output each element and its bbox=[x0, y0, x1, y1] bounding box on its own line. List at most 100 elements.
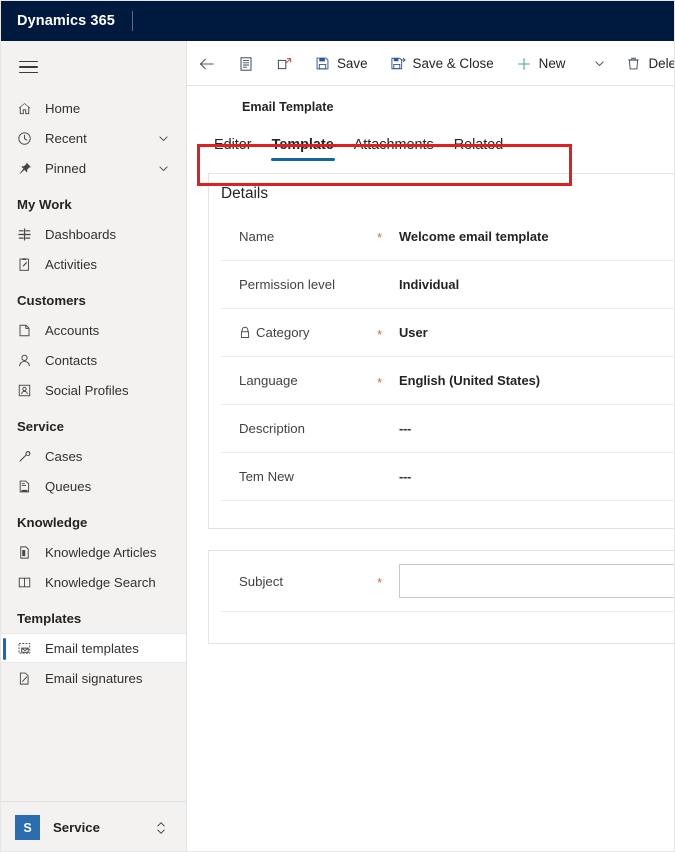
sidebar-item-knowledge-search[interactable]: Knowledge Search bbox=[1, 567, 186, 597]
new-button[interactable]: New bbox=[505, 42, 577, 86]
sidebar-item-label: Email templates bbox=[45, 640, 139, 656]
field-label: Description bbox=[239, 421, 305, 436]
subject-input[interactable] bbox=[399, 564, 674, 598]
sidebar-item-knowledge-articles[interactable]: Knowledge Articles bbox=[1, 537, 186, 567]
home-icon bbox=[17, 99, 39, 117]
pin-icon bbox=[17, 159, 39, 177]
save-and-close-button[interactable]: Save & Close bbox=[379, 42, 505, 86]
sidebar-item-label: Pinned bbox=[45, 160, 87, 176]
sidebar-group-knowledge: Knowledge bbox=[17, 515, 88, 530]
save-icon bbox=[315, 56, 330, 71]
field-row-name: Name * Welcome email template bbox=[221, 212, 674, 260]
sidebar-item-label: Social Profiles bbox=[45, 382, 129, 398]
field-row-description: Description --- bbox=[221, 404, 674, 452]
social-profile-icon bbox=[17, 381, 39, 399]
sidebar-item-email-signatures[interactable]: Email signatures bbox=[1, 663, 186, 693]
command-bar: Save Save & Close New Delete bbox=[187, 42, 674, 86]
sidebar-item-home[interactable]: Home bbox=[1, 93, 186, 123]
required-indicator: * bbox=[377, 575, 383, 590]
activities-icon bbox=[17, 255, 39, 273]
chevron-down-icon bbox=[593, 57, 606, 70]
app-badge: S bbox=[15, 815, 40, 840]
site-map-toggle[interactable] bbox=[1, 47, 186, 87]
required-indicator-empty bbox=[377, 427, 399, 430]
sidebar-item-label: Accounts bbox=[45, 322, 100, 338]
delete-label: Delete bbox=[648, 56, 674, 71]
tab-editor[interactable]: Editor bbox=[204, 137, 262, 162]
case-icon bbox=[17, 447, 39, 465]
app-switcher[interactable]: S Service bbox=[1, 801, 186, 851]
sidebar-item-accounts[interactable]: Accounts bbox=[1, 315, 186, 345]
app-header: Dynamics 365 bbox=[1, 1, 674, 41]
sidebar-primary-nav: Home Recent Pinned My Work Dashboards Ac… bbox=[1, 87, 186, 693]
clock-icon bbox=[17, 129, 39, 147]
sidebar-item-email-templates[interactable]: Email templates bbox=[1, 633, 186, 663]
chevron-down-icon[interactable] bbox=[157, 132, 170, 145]
sidebar-item-dashboards[interactable]: Dashboards bbox=[1, 219, 186, 249]
sidebar-item-social-profiles[interactable]: Social Profiles bbox=[1, 375, 186, 405]
sidebar-item-cases[interactable]: Cases bbox=[1, 441, 186, 471]
field-label: Name bbox=[239, 228, 275, 244]
sidebar-item-activities[interactable]: Activities bbox=[1, 249, 186, 279]
field-value[interactable]: --- bbox=[399, 421, 411, 436]
sidebar-item-label: Knowledge Search bbox=[45, 574, 156, 590]
form-selector-button[interactable] bbox=[227, 42, 265, 86]
field-value[interactable]: Individual bbox=[399, 277, 459, 292]
field-label: Language bbox=[239, 373, 298, 388]
knowledge-search-icon bbox=[17, 573, 39, 591]
sidebar-item-label: Queues bbox=[45, 478, 92, 494]
sidebar-item-recent[interactable]: Recent bbox=[1, 123, 186, 153]
field-label: Permission level bbox=[239, 277, 336, 292]
account-icon bbox=[17, 321, 39, 339]
details-section-footer bbox=[221, 500, 674, 514]
field-row-subject: Subject * bbox=[221, 551, 674, 611]
dynamics-365-app: Dynamics 365 Home Recent Pinned My Work … bbox=[0, 0, 675, 852]
field-value[interactable]: English (United States) bbox=[399, 373, 540, 388]
field-row-language: Language * English (United States) bbox=[221, 356, 674, 404]
save-button[interactable]: Save bbox=[304, 42, 379, 86]
tab-attachments[interactable]: Attachments bbox=[344, 137, 444, 162]
field-value[interactable]: --- bbox=[399, 469, 411, 484]
popout-icon bbox=[276, 56, 293, 72]
subject-section: Subject * bbox=[208, 550, 674, 644]
field-label: Tem New bbox=[239, 469, 294, 484]
sidebar-group-templates: Templates bbox=[17, 611, 82, 626]
header-divider bbox=[131, 11, 133, 31]
form-icon bbox=[238, 56, 254, 72]
save-and-close-label: Save & Close bbox=[412, 56, 494, 71]
required-indicator: * bbox=[377, 326, 383, 342]
sidebar-item-label: Cases bbox=[45, 448, 83, 464]
field-label-text: Category bbox=[256, 325, 310, 340]
chevron-down-icon[interactable] bbox=[157, 162, 170, 175]
delete-icon bbox=[626, 56, 641, 71]
email-template-icon bbox=[17, 639, 39, 657]
app-brand: Dynamics 365 bbox=[17, 13, 115, 29]
sidebar-item-label: Home bbox=[45, 100, 81, 116]
sidebar-item-pinned[interactable]: Pinned bbox=[1, 153, 186, 183]
field-value[interactable]: Welcome email template bbox=[399, 229, 549, 244]
subject-section-footer bbox=[221, 611, 674, 643]
tab-related[interactable]: Related bbox=[444, 137, 514, 162]
field-row-category: Category * User bbox=[221, 308, 674, 356]
details-section: Details Name * Welcome email template Pe… bbox=[208, 173, 674, 529]
sitemap-sidebar: Home Recent Pinned My Work Dashboards Ac… bbox=[1, 41, 187, 851]
field-value[interactable]: User bbox=[399, 325, 428, 340]
app-switcher-label: Service bbox=[53, 820, 100, 835]
required-indicator-empty bbox=[377, 283, 399, 286]
sidebar-item-contacts[interactable]: Contacts bbox=[1, 345, 186, 375]
email-signature-icon bbox=[17, 669, 39, 687]
field-row-permission-level: Permission level Individual bbox=[221, 260, 674, 308]
entity-name-label: Email Template bbox=[242, 100, 334, 114]
dashboard-icon bbox=[17, 225, 39, 243]
sidebar-item-queues[interactable]: Queues bbox=[1, 471, 186, 501]
tab-template[interactable]: Template bbox=[262, 137, 344, 162]
back-button[interactable] bbox=[187, 42, 227, 86]
delete-button[interactable]: Delete bbox=[615, 42, 674, 86]
new-label: New bbox=[538, 56, 566, 71]
sidebar-item-label: Recent bbox=[45, 130, 87, 146]
sidebar-item-label: Contacts bbox=[45, 352, 98, 368]
open-in-new-window-button[interactable] bbox=[265, 42, 304, 86]
expand-collapse-icon[interactable] bbox=[154, 820, 168, 836]
new-overflow-button[interactable] bbox=[584, 42, 615, 86]
queue-icon bbox=[17, 477, 39, 495]
